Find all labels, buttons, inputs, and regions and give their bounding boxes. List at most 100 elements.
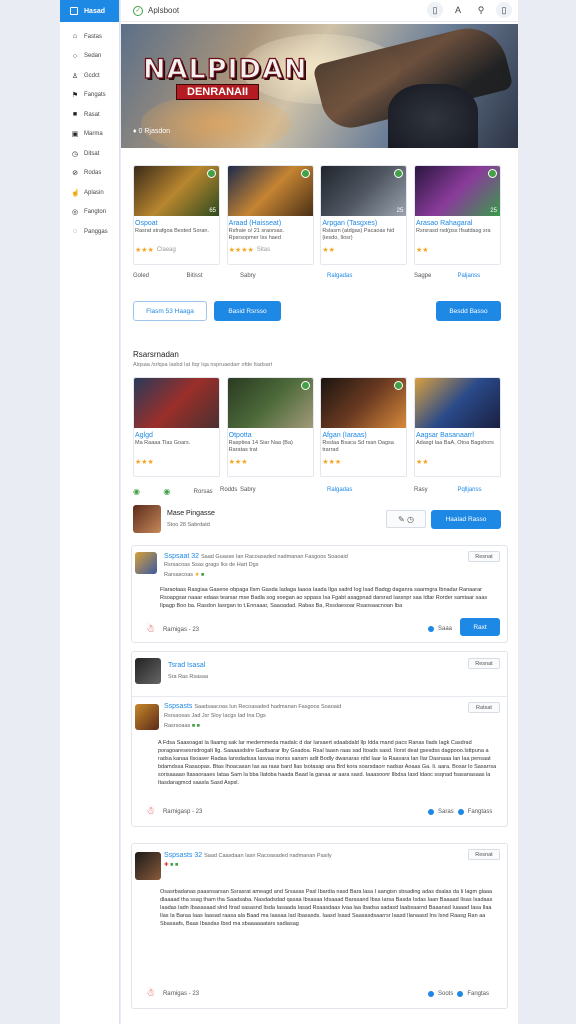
game-thumbnail <box>134 378 219 428</box>
card-foot-link[interactable]: Pqlljanss <box>458 487 502 496</box>
post-footer-right: Saras Fangtass <box>428 809 492 815</box>
font-icon[interactable]: A <box>450 2 466 18</box>
sidebar-item[interactable]: ■ Rasat <box>60 105 119 125</box>
post-footer-action[interactable]: Fangtas <box>467 991 489 997</box>
card-foot-link[interactable]: Ralgadas <box>327 487 414 496</box>
avatar[interactable] <box>135 852 161 880</box>
sidebar-item[interactable]: ◷ Ditsat <box>60 144 119 164</box>
game-thumbnail <box>227 166 313 216</box>
card-foot-label: Rasy <box>414 487 428 493</box>
home-icon: ⌂ <box>72 33 78 41</box>
badge-icons: ■ ■ <box>191 723 201 729</box>
share-icon[interactable]: ◉ <box>163 487 189 496</box>
sidebar-item-label: Panggas <box>84 228 108 235</box>
settings-icon: ◌ <box>72 228 78 236</box>
sidebar-item[interactable]: ◎ Fangton <box>60 203 119 223</box>
sidebar-item-label: Fastas <box>84 33 103 40</box>
game-card[interactable]: Araad (Haisseat) Rsfraie o/ 21 sraorsas.… <box>226 165 314 265</box>
sidebar-item[interactable]: ⊘ Rodas <box>60 164 119 184</box>
thumb-number: 65 <box>209 208 216 214</box>
post-footer-left: ☃ Rarnigasp - 23 <box>146 806 202 817</box>
sidebar-item[interactable]: ▣ Marma <box>60 125 119 145</box>
sidebar-item[interactable]: ○ Sedan <box>60 47 119 67</box>
report-button[interactable]: Resnat <box>468 849 500 860</box>
game-card-row: Aglgd Ma Raaaa Tlas Goars. ★★★ Otpotta R… <box>133 377 501 477</box>
hero-smoke <box>141 94 291 148</box>
game-card[interactable]: 25 Arasao Rahagaral Rsrsrasd rsd(pss Ifs… <box>413 165 501 265</box>
sidebar-item[interactable]: ⌂ Fastas <box>60 27 119 47</box>
primary-button[interactable]: Besdd Basso <box>436 301 501 321</box>
post-footer-mid[interactable]: Soots <box>438 991 453 997</box>
game-card[interactable]: 25 Arpgan (Tasgxes) Rslasm (atdgas) Paca… <box>320 165 408 265</box>
verified-badge-icon <box>300 169 310 178</box>
post-footer-action[interactable]: Fangtass <box>468 809 493 815</box>
verified-badge-icon <box>207 169 216 178</box>
hero-soldier-image <box>388 84 478 148</box>
post-footer-left: ☃ Rarnigas - 23 <box>146 624 199 635</box>
avatar[interactable] <box>135 552 157 574</box>
post-footer-label: Rarnigas - 23 <box>162 990 199 997</box>
game-card[interactable]: Otpotta Rasptiea 14 Siar Naa (Ba) Rarata… <box>226 377 314 477</box>
card-foot-pair: Sabry Ralgadas <box>240 273 414 279</box>
game-desc: Adasgt Iaa BaA, Otoa Bagshors <box>415 440 494 446</box>
card-foot-label: Sabry <box>240 487 256 493</box>
game-card[interactable]: Aagsar Basanaarrl Adasgt Iaa BaA, Otoa B… <box>413 377 501 477</box>
card-foot-label: Sabry <box>240 273 256 279</box>
post-author-name: Sspsasts 32 <box>164 852 203 859</box>
game-title: Aagsar Basanaarrl <box>415 432 474 439</box>
card-foot-link[interactable]: Paljanss <box>458 273 502 279</box>
search-icon[interactable]: ⚲ <box>473 2 489 18</box>
hero-caption-text: 0 Rjasdon <box>138 128 171 135</box>
post-footer-mid[interactable]: Saras <box>438 809 454 815</box>
game-card-row: 65 Ospoat Rasrat strafgoa Bested Soran. … <box>133 165 501 265</box>
game-rating: ★★★ Claeag <box>134 242 219 254</box>
clock-icon: ◷ <box>71 150 79 158</box>
game-thumbnail <box>321 378 407 428</box>
sidebar-header[interactable]: Hasad <box>60 0 119 22</box>
game-card[interactable]: Aglgd Ma Raaaa Tlas Goars. ★★★ <box>133 377 220 477</box>
avatar[interactable] <box>135 658 161 684</box>
post-sub: Rsrsacoas Ssas grags Iks de Hart Dgs <box>164 562 259 568</box>
report-button[interactable]: Resnat <box>468 551 500 562</box>
sidebar-item[interactable]: ☝ Aplasin <box>60 183 119 203</box>
post-author: Sspsaat 32 Saad Guasse Ian Racoasaded na… <box>164 553 348 560</box>
profile-icon[interactable]: ▯ <box>496 2 512 18</box>
monitor-icon: ▣ <box>71 131 79 139</box>
avatar[interactable] <box>135 704 159 730</box>
post-footer-mid[interactable]: Saaa <box>438 626 452 632</box>
avatar[interactable] <box>133 505 161 533</box>
sidebar-item-label: Fangton <box>84 209 107 216</box>
report-button[interactable]: Ratsat <box>468 702 500 713</box>
report-button[interactable]: Resnat <box>468 658 500 669</box>
primary-button[interactable]: Haalad Rasso <box>431 510 501 529</box>
sidebar-item[interactable]: ⚑ Fangats <box>60 86 119 106</box>
hero-banner[interactable]: NALPIDAN DENRANAII ♦ 0 Rjasdon <box>121 24 518 148</box>
post-footer-left: ☃ Rarnigas - 23 <box>146 988 199 999</box>
post-meta: Sra Ras Rsasaa <box>168 674 209 680</box>
game-desc: Rasrat strafgoa Bested Soran. <box>135 228 209 234</box>
like-icon[interactable]: ◉ <box>133 487 159 496</box>
globe-icon: ◎ <box>71 209 79 217</box>
post-meta: Saad Caasdaan Iasn Racoasaded nadmanan P… <box>204 853 332 859</box>
sidebar-item[interactable]: ♙ Gcdct <box>60 66 119 86</box>
outline-button[interactable]: Flasm 53 Haaga <box>133 301 207 321</box>
card-footer-row: Goled Bitisst Sabry Ralgadas Sagpe Palja… <box>133 273 501 279</box>
hero-subtitle: DENRANAII <box>176 84 260 100</box>
rating-stars: ★★★★ <box>228 247 254 254</box>
primary-button[interactable]: Raxt <box>460 618 500 636</box>
card-foot-link[interactable]: Ralgadas <box>327 273 414 279</box>
sidebar-item[interactable]: ◌ Panggas <box>60 222 119 242</box>
game-desc: Rsslaa Bsaca Sd rsan Dagsa trarrad <box>322 440 394 453</box>
post-sub: ✚ ■ ■ <box>164 862 178 868</box>
primary-button[interactable]: Basid Rsrsso <box>214 301 281 321</box>
game-card[interactable]: 65 Ospoat Rasrat strafgoa Bested Soran. … <box>133 165 220 265</box>
notification-icon[interactable]: ▯ <box>427 2 443 18</box>
post-footer-right: Soots Fangtas <box>428 991 489 997</box>
sidebar-item-label: Aplasin <box>84 189 104 196</box>
game-desc: Ma Raaaa Tlas Goars. <box>135 440 191 446</box>
rating-stars: ★★★ <box>135 459 154 466</box>
divider <box>132 696 507 697</box>
post-footer-right: Saaa <box>428 626 452 632</box>
game-card[interactable]: Afgan (Iaraas) Rsslaa Bsaca Sd rsan Dags… <box>320 377 408 477</box>
edit-button[interactable]: ✎ ◷ <box>386 510 426 528</box>
